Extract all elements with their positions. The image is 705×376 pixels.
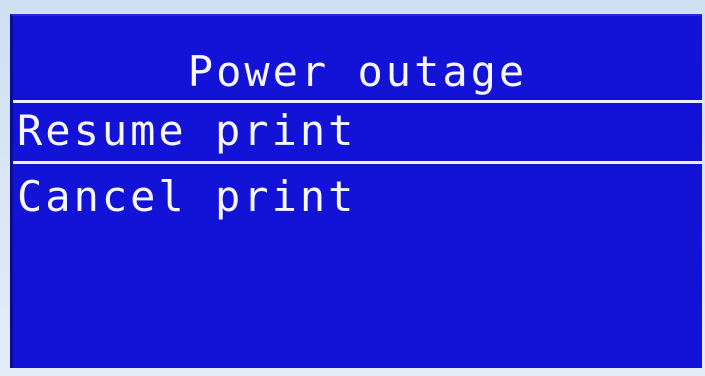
selection-bottom-border	[13, 161, 702, 164]
screen-title: Power outage	[187, 47, 528, 96]
selection-top-border	[13, 100, 702, 103]
lcd-screen: Power outage Resume print Cancel print	[10, 14, 702, 368]
menu-item-cancel-print[interactable]: Cancel print	[17, 170, 356, 224]
menu-item-resume-print[interactable]: Resume print	[17, 104, 356, 158]
